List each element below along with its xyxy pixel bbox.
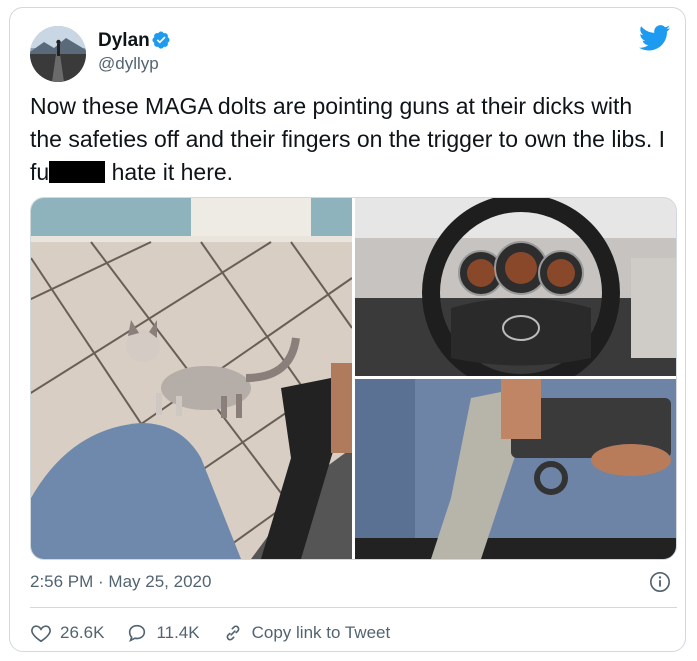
cat-photo[interactable] bbox=[31, 198, 353, 559]
divider bbox=[30, 607, 677, 608]
like-button[interactable]: 26.6K bbox=[30, 622, 104, 644]
action-bar: 26.6K 11.4K Copy link to Tweet bbox=[30, 620, 412, 646]
heart-icon bbox=[31, 625, 51, 643]
copy-link-label: Copy link to Tweet bbox=[251, 623, 391, 642]
redaction-box bbox=[49, 161, 106, 183]
avatar[interactable] bbox=[30, 26, 86, 82]
user-handle[interactable]: @dyllyp bbox=[98, 54, 159, 74]
tweet-text-part2: hate it here. bbox=[105, 159, 234, 185]
link-icon bbox=[226, 625, 239, 641]
reply-icon bbox=[129, 624, 146, 642]
tweet-timestamp[interactable]: 2:56 PM · May 25, 2020 bbox=[30, 572, 211, 592]
info-icon[interactable] bbox=[649, 571, 671, 593]
reply-count: 11.4K bbox=[156, 623, 200, 642]
verified-badge-icon bbox=[152, 31, 170, 49]
reply-button[interactable]: 11.4K bbox=[126, 622, 200, 644]
tweet-card: Dylan @dyllyp Now these MAGA dolts are p… bbox=[9, 7, 686, 652]
media-grid bbox=[30, 197, 677, 560]
pistol-photo[interactable] bbox=[355, 379, 676, 559]
copy-link-button[interactable]: Copy link to Tweet bbox=[222, 622, 391, 644]
tweet-text: Now these MAGA dolts are pointing guns a… bbox=[30, 90, 670, 189]
display-name[interactable]: Dylan bbox=[98, 30, 150, 52]
twitter-bird-icon[interactable] bbox=[639, 25, 671, 51]
like-count: 26.6K bbox=[60, 623, 105, 642]
steering-wheel-photo[interactable] bbox=[355, 198, 676, 392]
